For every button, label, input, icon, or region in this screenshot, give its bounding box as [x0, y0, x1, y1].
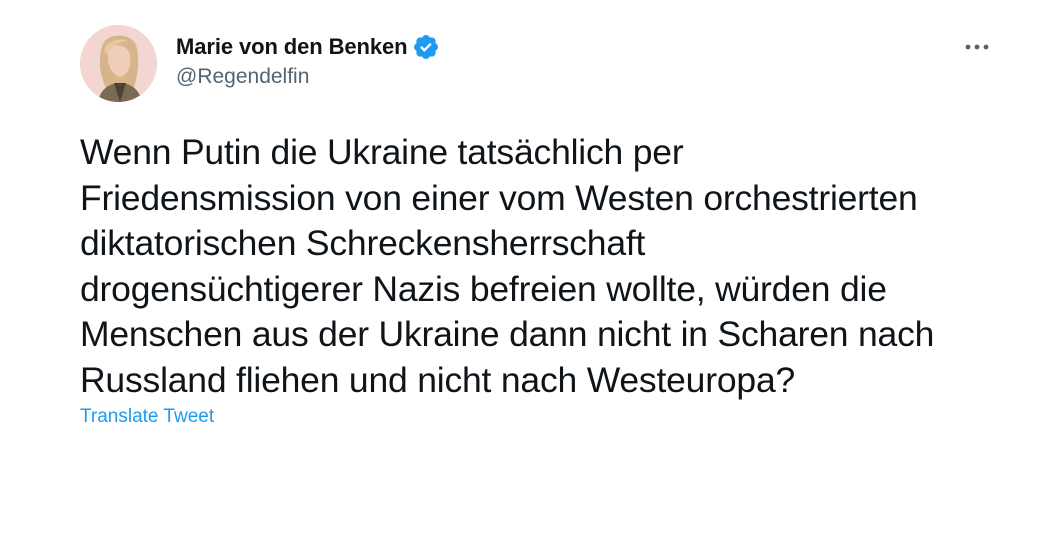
tweet-text-line: diktatorischen Schreckensherrschaft: [80, 223, 646, 263]
more-options-button[interactable]: [960, 33, 994, 61]
translate-tweet-link[interactable]: Translate Tweet: [80, 406, 214, 428]
verified-badge-icon: [412, 33, 440, 61]
tweet-text-line: Wenn Putin die Ukraine tatsächlich per: [80, 132, 684, 172]
name-row: Marie von den Benken: [176, 33, 440, 61]
tweet-text-line: Russland fliehen und nicht nach Westeuro…: [80, 359, 796, 400]
tweet-text-line: drogensüchtigerer Nazis befreien wollte,…: [80, 268, 887, 309]
tweet-text-line: Friedensmission von einer vom Westen orc…: [80, 177, 918, 218]
author-handle[interactable]: @Regendelfin: [176, 65, 440, 89]
tweet-text-line: Menschen aus der Ukraine dann nicht in S…: [80, 314, 935, 354]
author-avatar[interactable]: [80, 25, 157, 102]
profile-photo-icon: [80, 25, 157, 102]
tweet-card: Marie von den Benken @Regendelfin Wenn P…: [0, 0, 1048, 540]
tweet-text: Wenn Putin die Ukraine tatsächlich per F…: [80, 130, 1020, 403]
author-display-name[interactable]: Marie von den Benken: [176, 34, 408, 60]
more-horizontal-icon: [965, 44, 989, 50]
author-block: Marie von den Benken @Regendelfin: [176, 33, 440, 89]
